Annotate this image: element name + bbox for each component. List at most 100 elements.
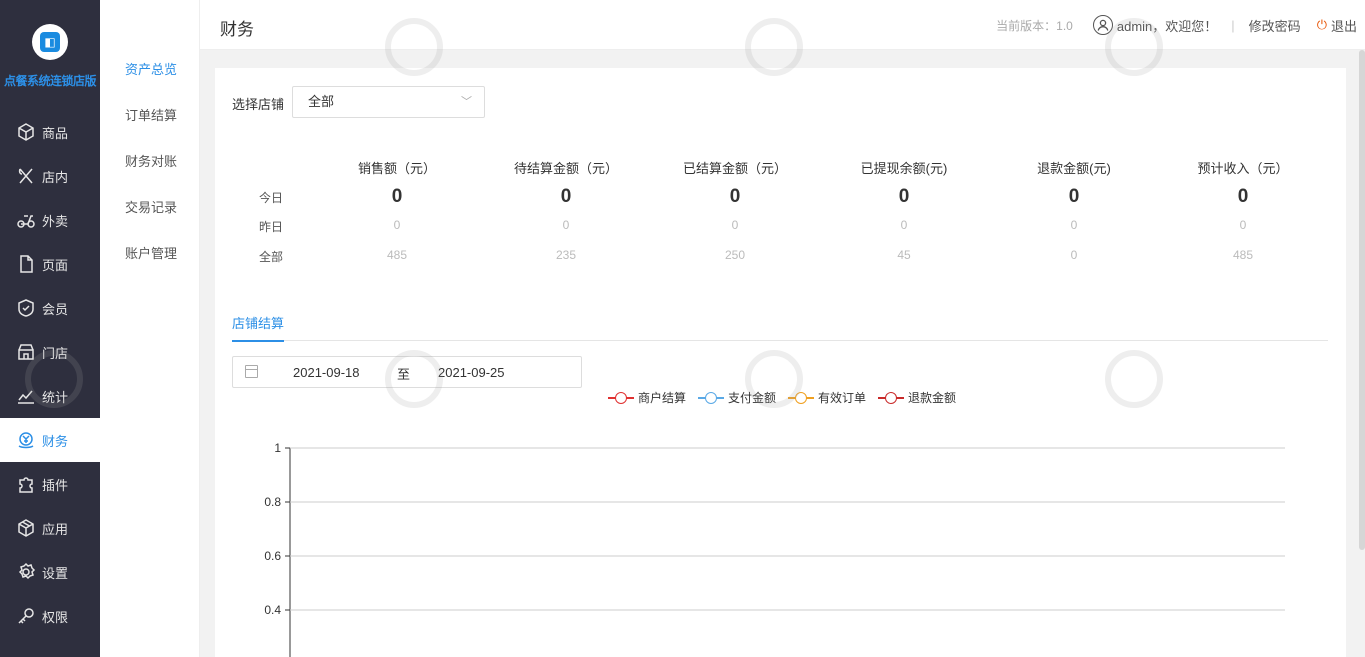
stats-value: 45 [897,248,911,262]
stats-value: 250 [724,248,746,262]
store-select-value: 全部 [308,94,335,109]
y-tick-label: 1 [274,441,281,455]
member-badge-icon [16,298,36,318]
chart-legend: 商户结算 支付金额 有效订单 退款金额 [608,389,968,406]
sub-sidebar: 资产总览 订单结算 财务对账 交易记录 账户管理 [100,0,200,657]
stats-value: 0 [1070,218,1078,232]
sidebar-item-label: 应用 [42,521,69,537]
legend-item[interactable]: 退款金额 [878,389,956,406]
chevron-down-icon: ﹀ [461,96,472,108]
logout-button[interactable]: ⏻ 退出 [1317,16,1357,35]
stats-row-label: 今日 [259,191,284,205]
subnav-item-4[interactable]: 账户管理 [100,242,199,288]
sidebar-item-7[interactable]: 财务 [0,418,100,462]
stats-row-label: 昨日 [259,220,284,234]
legend-label: 退款金额 [908,391,957,405]
calendar-icon [245,365,258,378]
legend-item[interactable]: 商户结算 [608,389,686,406]
legend-marker-icon [698,391,725,404]
stats-value: 0 [1068,186,1080,207]
stats-column-header: 已提现余额(元) [860,161,948,176]
sidebar-item-2[interactable]: 外卖 [0,198,100,242]
stats-value: 0 [729,186,741,207]
date-start[interactable]: 2021-09-18 [293,365,360,380]
stats-value: 485 [386,248,408,262]
line-chart-icon [16,386,36,406]
legend-marker-icon [608,391,634,404]
tab-store-settlement[interactable]: 店铺结算 [232,313,285,342]
date-end[interactable]: 2021-09-25 [438,365,505,380]
sidebar-item-6[interactable]: 统计 [0,374,100,418]
sidebar-item-0[interactable]: 商品 [0,110,100,154]
version-text: 当前版本：1.0 [996,18,1073,33]
stats-column-header: 待结算金额（元） [513,161,618,176]
sidebar-item-label: 设置 [42,565,69,581]
sidebar-item-label: 插件 [42,477,69,493]
header-divider: | [1231,17,1235,33]
key-icon [16,606,36,626]
sidebar-item-label: 权限 [42,609,69,625]
subnav-item-0[interactable]: 资产总览 [100,58,199,104]
sidebar-item-11[interactable]: 权限 [0,594,100,638]
yuan-hand-icon [16,430,36,450]
scooter-icon [16,210,36,230]
legend-label: 支付金额 [728,391,777,405]
subnav-item-2[interactable]: 财务对账 [100,150,199,196]
change-password-link[interactable]: 修改密码 [1249,16,1301,35]
settlement-line-chart: 1 0.8 0.6 0.4 [264,441,1285,657]
main-sidebar: ◧ 点餐系统连锁店版 商品店内外卖页面会员门店统计财务插件应用设置权限 [0,0,100,657]
sidebar-item-label: 商品 [42,125,69,141]
sidebar-item-label: 会员 [42,301,69,317]
finance-overview-card: 选择店铺 全部 ﹀ 销售额（元） 待结算金额（元） 已结算金额（元） 已提现余额(元)… [215,68,1346,657]
stats-value: 0 [900,218,908,232]
stats-row-label: 全部 [259,250,284,264]
date-range-picker[interactable]: 2021-09-18 至 2021-09-25 [232,356,582,388]
stats-value: 0 [1070,248,1078,262]
sidebar-item-8[interactable]: 插件 [0,462,100,506]
sidebar-nav: 商品店内外卖页面会员门店统计财务插件应用设置权限 [0,110,100,638]
brand-name: 点餐系统连锁店版 [3,74,97,88]
stats-value: 0 [1237,186,1249,207]
sidebar-item-label: 外卖 [42,213,69,229]
stats-value: 0 [562,218,570,232]
sidebar-item-5[interactable]: 门店 [0,330,100,374]
subnav-item-3[interactable]: 交易记录 [100,196,199,242]
sidebar-item-3[interactable]: 页面 [0,242,100,286]
stats-column-header: 预计收入（元） [1197,161,1289,176]
sidebar-item-label: 财务 [42,433,69,449]
store-select[interactable]: 全部 ﹀ [292,86,485,118]
stats-value: 235 [555,248,577,262]
box-icon [16,518,36,538]
y-tick-label: 0.4 [264,603,281,617]
cube-icon [16,122,36,142]
stats-value: 485 [1232,248,1254,262]
app-logo[interactable]: ◧ [32,24,68,60]
page-title: 财务 [220,20,254,39]
stats-value: 0 [393,218,401,232]
sidebar-item-10[interactable]: 设置 [0,550,100,594]
stats-value: 0 [898,186,910,207]
sidebar-item-4[interactable]: 会员 [0,286,100,330]
date-separator: 至 [397,367,411,382]
utensils-icon [16,166,36,186]
sidebar-item-9[interactable]: 应用 [0,506,100,550]
y-tick-label: 0.8 [264,495,281,509]
legend-label: 商户结算 [638,391,687,405]
user-icon [1092,15,1113,35]
sidebar-item-1[interactable]: 店内 [0,154,100,198]
gear-icon [16,562,36,582]
page-scrollbar[interactable] [1359,50,1365,550]
puzzle-icon [16,474,36,494]
legend-marker-icon [878,391,905,404]
stats-column-header: 退款金额(元) [1037,161,1111,176]
legend-item[interactable]: 支付金额 [698,389,776,406]
sidebar-item-label: 门店 [42,345,69,361]
stats-value: 0 [1239,218,1247,232]
sidebar-item-label: 统计 [42,389,69,405]
chart-tabs: 店铺结算 [232,311,1328,342]
legend-item[interactable]: 有效订单 [788,389,866,406]
top-header: 财务 当前版本：1.0 admin，欢迎您！ | 修改密码 ⏻ 退出 [200,0,1365,50]
stats-column-header: 销售额（元） [357,161,436,176]
subnav-item-1[interactable]: 订单结算 [100,104,199,150]
stats-value: 0 [560,186,572,207]
